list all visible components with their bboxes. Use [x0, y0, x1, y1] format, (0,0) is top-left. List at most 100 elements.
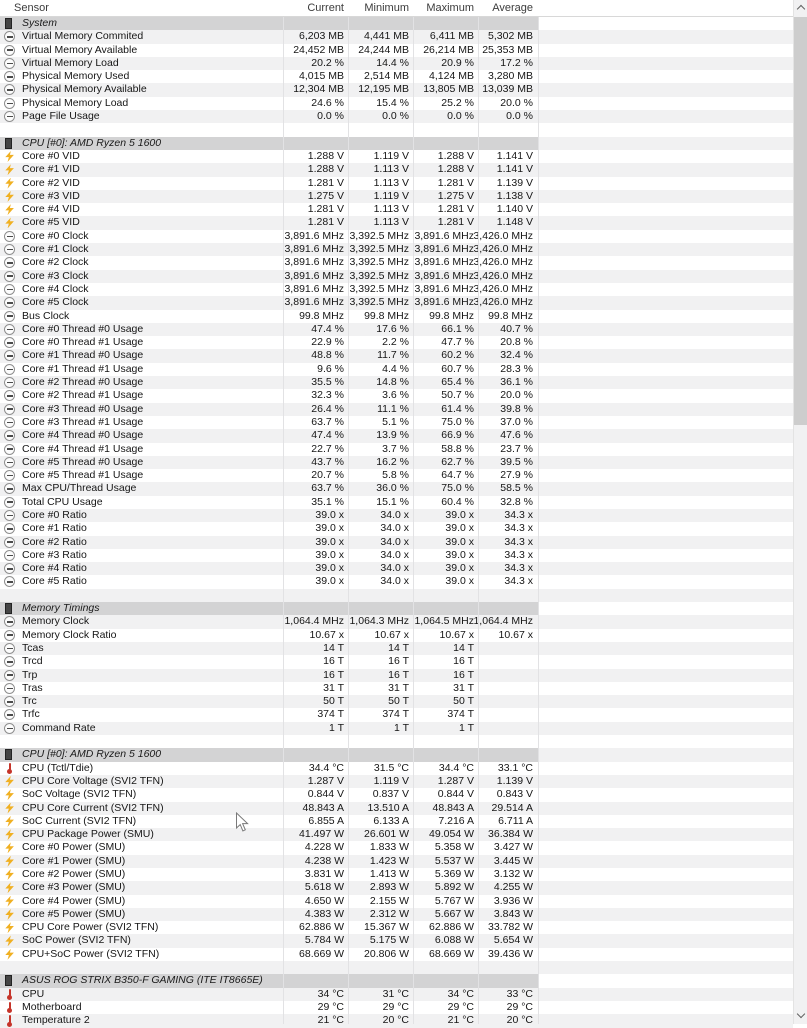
- bolt-icon: [4, 178, 15, 189]
- sensor-row[interactable]: Core #5 Thread #0 Usage 43.7 % 16.2 % 62…: [0, 456, 793, 469]
- vertical-scrollbar[interactable]: [793, 0, 807, 1024]
- sensor-row[interactable]: Core #4 Clock 3,891.6 MHz 3,392.5 MHz 3,…: [0, 283, 793, 296]
- section-header-row[interactable]: CPU [#0]: AMD Ryzen 5 1600: [0, 748, 793, 761]
- sensor-label: Core #2 Thread #1 Usage: [22, 389, 143, 402]
- sensor-row[interactable]: Core #2 Power (SMU) 3.831 W 1.413 W 5.36…: [0, 868, 793, 881]
- sensor-row[interactable]: Motherboard 29 °C 29 °C 29 °C 29 °C: [0, 1001, 793, 1014]
- sensor-row[interactable]: Core #4 Thread #1 Usage 22.7 % 3.7 % 58.…: [0, 443, 793, 456]
- sensor-row[interactable]: Trfc 374 T 374 T 374 T: [0, 708, 793, 721]
- sensor-row[interactable]: Memory Clock 1,064.4 MHz 1,064.3 MHz 1,0…: [0, 615, 793, 628]
- sensor-label: Trcd: [22, 655, 43, 668]
- sensor-label: Core #3 Thread #0 Usage: [22, 403, 143, 416]
- sensor-row[interactable]: Tcas 14 T 14 T 14 T: [0, 642, 793, 655]
- sensor-row[interactable]: Memory Clock Ratio 10.67 x 10.67 x 10.67…: [0, 629, 793, 642]
- gauge-icon: [4, 337, 15, 348]
- scrollbar-thumb[interactable]: [794, 17, 807, 425]
- bolt-icon: [4, 816, 15, 827]
- sensor-row[interactable]: CPU Package Power (SMU) 41.497 W 26.601 …: [0, 828, 793, 841]
- sensor-row[interactable]: SoC Current (SVI2 TFN) 6.855 A 6.133 A 7…: [0, 815, 793, 828]
- gauge-icon: [4, 683, 15, 694]
- sensor-row[interactable]: Core #3 Power (SMU) 5.618 W 2.893 W 5.89…: [0, 881, 793, 894]
- gauge-icon: [4, 377, 15, 388]
- sensor-row[interactable]: CPU 34 °C 31 °C 34 °C 33 °C: [0, 988, 793, 1001]
- sensor-row[interactable]: Core #5 Thread #1 Usage 20.7 % 5.8 % 64.…: [0, 469, 793, 482]
- sensor-row[interactable]: SoC Voltage (SVI2 TFN) 0.844 V 0.837 V 0…: [0, 788, 793, 801]
- scroll-down-button[interactable]: [794, 1007, 807, 1024]
- sensor-row[interactable]: Bus Clock 99.8 MHz 99.8 MHz 99.8 MHz 99.…: [0, 310, 793, 323]
- sensor-row[interactable]: Physical Memory Load 24.6 % 15.4 % 25.2 …: [0, 97, 793, 110]
- sensor-row[interactable]: Core #4 Ratio 39.0 x 34.0 x 39.0 x 34.3 …: [0, 562, 793, 575]
- sensor-row[interactable]: Total CPU Usage 35.1 % 15.1 % 60.4 % 32.…: [0, 496, 793, 509]
- scroll-up-button[interactable]: [794, 0, 807, 17]
- section-header-row[interactable]: Memory Timings: [0, 602, 793, 615]
- sensor-row[interactable]: Core #1 Clock 3,891.6 MHz 3,392.5 MHz 3,…: [0, 243, 793, 256]
- sensor-row[interactable]: Core #1 Thread #0 Usage 48.8 % 11.7 % 60…: [0, 349, 793, 362]
- sensor-row[interactable]: Trcd 16 T 16 T 16 T: [0, 655, 793, 668]
- sensor-row[interactable]: Core #3 Thread #0 Usage 26.4 % 11.1 % 61…: [0, 403, 793, 416]
- sensor-row[interactable]: CPU Core Power (SVI2 TFN) 62.886 W 15.36…: [0, 921, 793, 934]
- column-header-average[interactable]: Average: [423, 0, 533, 16]
- sensor-row[interactable]: Tras 31 T 31 T 31 T: [0, 682, 793, 695]
- section-header-row[interactable]: ASUS ROG STRIX B350-F GAMING (ITE IT8665…: [0, 974, 793, 987]
- sensor-row[interactable]: Core #0 Power (SMU) 4.228 W 1.833 W 5.35…: [0, 841, 793, 854]
- sensor-row[interactable]: Command Rate 1 T 1 T 1 T: [0, 722, 793, 735]
- sensor-label: Core #0 Ratio: [22, 509, 87, 522]
- sensor-label: Core #1 Clock: [22, 243, 89, 256]
- sensor-row[interactable]: Core #4 Thread #0 Usage 47.4 % 13.9 % 66…: [0, 429, 793, 442]
- thermometer-icon: [4, 1002, 15, 1013]
- sensor-row[interactable]: Physical Memory Used 4,015 MB 2,514 MB 4…: [0, 70, 793, 83]
- sensor-row[interactable]: Core #4 VID 1.281 V 1.113 V 1.281 V 1.14…: [0, 203, 793, 216]
- sensor-row[interactable]: Core #5 Power (SMU) 4.383 W 2.312 W 5.66…: [0, 908, 793, 921]
- sensor-row[interactable]: SoC Power (SVI2 TFN) 5.784 W 5.175 W 6.0…: [0, 934, 793, 947]
- sensor-row[interactable]: Core #0 Thread #0 Usage 47.4 % 17.6 % 66…: [0, 323, 793, 336]
- sensor-row[interactable]: Core #1 Power (SMU) 4.238 W 1.423 W 5.53…: [0, 855, 793, 868]
- gauge-icon: [4, 616, 15, 627]
- sensor-row[interactable]: Virtual Memory Commited 6,203 MB 4,441 M…: [0, 30, 793, 43]
- sensor-row[interactable]: Core #0 Clock 3,891.6 MHz 3,392.5 MHz 3,…: [0, 230, 793, 243]
- sensor-row[interactable]: Core #2 VID 1.281 V 1.113 V 1.281 V 1.13…: [0, 177, 793, 190]
- bolt-icon: [4, 869, 15, 880]
- sensor-label: Core #4 VID: [22, 203, 80, 216]
- gauge-icon: [4, 390, 15, 401]
- sensor-row[interactable]: Core #1 VID 1.288 V 1.113 V 1.288 V 1.14…: [0, 163, 793, 176]
- section-header-row[interactable]: System: [0, 17, 793, 30]
- sensor-row[interactable]: Trp 16 T 16 T 16 T: [0, 669, 793, 682]
- sensor-row[interactable]: Trc 50 T 50 T 50 T: [0, 695, 793, 708]
- sensor-row[interactable]: Core #2 Thread #1 Usage 32.3 % 3.6 % 50.…: [0, 389, 793, 402]
- sensor-row[interactable]: Core #4 Power (SMU) 4.650 W 2.155 W 5.76…: [0, 895, 793, 908]
- hwinfo-sensor-status-window: Sensor Current Minimum Maximum Average S…: [0, 0, 807, 1024]
- sensor-label: SoC Current (SVI2 TFN): [22, 815, 136, 828]
- sensor-row[interactable]: CPU Core Voltage (SVI2 TFN) 1.287 V 1.11…: [0, 775, 793, 788]
- gauge-icon: [4, 350, 15, 361]
- sensor-row[interactable]: Core #0 Ratio 39.0 x 34.0 x 39.0 x 34.3 …: [0, 509, 793, 522]
- column-header-sensor[interactable]: Sensor: [14, 0, 49, 16]
- sensor-row[interactable]: Core #3 Ratio 39.0 x 34.0 x 39.0 x 34.3 …: [0, 549, 793, 562]
- sensor-row[interactable]: Page File Usage 0.0 % 0.0 % 0.0 % 0.0 %: [0, 110, 793, 123]
- sensor-row[interactable]: Virtual Memory Available 24,452 MB 24,24…: [0, 44, 793, 57]
- sensor-row[interactable]: CPU+SoC Power (SVI2 TFN) 68.669 W 20.806…: [0, 948, 793, 961]
- sensor-row[interactable]: CPU (Tctl/Tdie) 34.4 °C 31.5 °C 34.4 °C …: [0, 762, 793, 775]
- sensor-row[interactable]: Max CPU/Thread Usage 63.7 % 36.0 % 75.0 …: [0, 482, 793, 495]
- average-value: 1.139 V: [423, 177, 533, 190]
- sensor-row[interactable]: Core #2 Ratio 39.0 x 34.0 x 39.0 x 34.3 …: [0, 536, 793, 549]
- sensor-row[interactable]: Core #1 Thread #1 Usage 9.6 % 4.4 % 60.7…: [0, 363, 793, 376]
- average-value: 34.3 x: [423, 562, 533, 575]
- sensor-row[interactable]: Core #2 Thread #0 Usage 35.5 % 14.8 % 65…: [0, 376, 793, 389]
- sensor-row[interactable]: Physical Memory Available 12,304 MB 12,1…: [0, 83, 793, 96]
- sensor-row[interactable]: Core #2 Clock 3,891.6 MHz 3,392.5 MHz 3,…: [0, 256, 793, 269]
- sensor-row[interactable]: Core #3 Thread #1 Usage 63.7 % 5.1 % 75.…: [0, 416, 793, 429]
- sensor-row[interactable]: CPU Core Current (SVI2 TFN) 48.843 A 13.…: [0, 802, 793, 815]
- sensor-row[interactable]: Core #3 VID 1.275 V 1.119 V 1.275 V 1.13…: [0, 190, 793, 203]
- chip-icon: [5, 975, 12, 986]
- sensor-row[interactable]: Core #5 VID 1.281 V 1.113 V 1.281 V 1.14…: [0, 216, 793, 229]
- average-value: 3,426.0 MHz: [423, 270, 533, 283]
- sensor-row[interactable]: Core #3 Clock 3,891.6 MHz 3,392.5 MHz 3,…: [0, 270, 793, 283]
- sensor-row[interactable]: Core #1 Ratio 39.0 x 34.0 x 39.0 x 34.3 …: [0, 522, 793, 535]
- sensor-row[interactable]: Temperature 2 21 °C 20 °C 21 °C 20 °C: [0, 1014, 793, 1027]
- sensor-row[interactable]: Virtual Memory Load 20.2 % 14.4 % 20.9 %…: [0, 57, 793, 70]
- sensor-row[interactable]: Core #0 Thread #1 Usage 22.9 % 2.2 % 47.…: [0, 336, 793, 349]
- sensor-row[interactable]: Core #5 Clock 3,891.6 MHz 3,392.5 MHz 3,…: [0, 296, 793, 309]
- sensor-row[interactable]: Core #5 Ratio 39.0 x 34.0 x 39.0 x 34.3 …: [0, 575, 793, 588]
- sensor-row[interactable]: Core #0 VID 1.288 V 1.119 V 1.288 V 1.14…: [0, 150, 793, 163]
- section-header-row[interactable]: CPU [#0]: AMD Ryzen 5 1600: [0, 137, 793, 150]
